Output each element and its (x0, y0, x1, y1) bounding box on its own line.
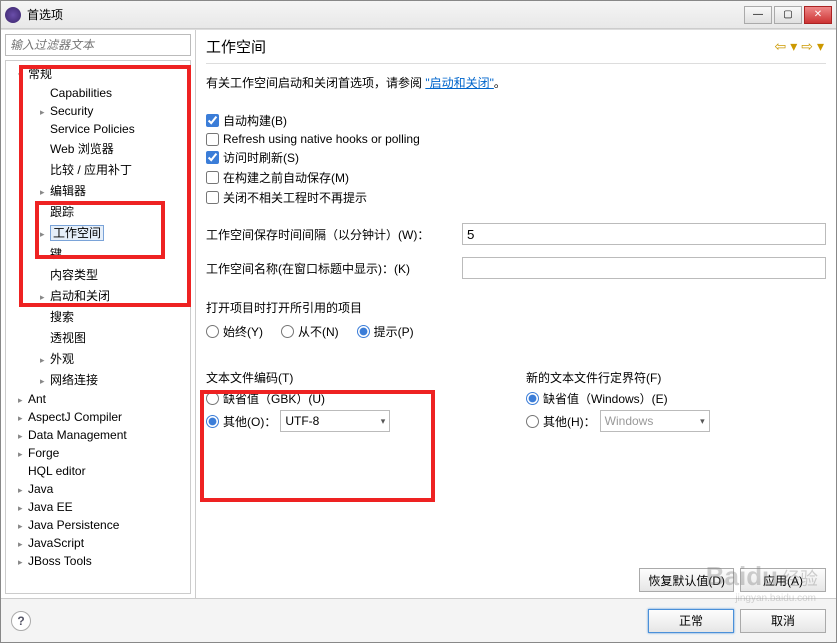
titlebar: 首选项 ― ▢ ✕ (1, 1, 836, 29)
tree-item[interactable]: 搜索 (6, 306, 190, 327)
tree-item[interactable]: ▸Java (6, 480, 190, 498)
window-title: 首选项 (27, 6, 744, 23)
tree-item[interactable]: 比较 / 应用补丁 (6, 159, 190, 180)
filter-input[interactable] (5, 34, 191, 56)
tree-item[interactable]: 键 (6, 243, 190, 264)
tree-item[interactable]: ▾常规 (6, 63, 190, 84)
page-title: 工作空间 (206, 36, 772, 57)
option-checkbox[interactable] (206, 151, 219, 164)
tree-item[interactable]: HQL editor (6, 462, 190, 480)
encoding-other-radio[interactable] (206, 415, 219, 428)
tree-item[interactable]: 跟踪 (6, 201, 190, 222)
dialog-footer: ? 正常 取消 (1, 598, 836, 642)
sidebar: ▾常规Capabilities▸SecurityService Policies… (1, 30, 196, 598)
tree-item[interactable]: 透视图 (6, 327, 190, 348)
delimiter-group: 新的文本文件行定界符(F) 缺省值（Windows）(E) 其他(H)： Win… (526, 355, 826, 435)
description: 有关工作空间启动和关闭首选项，请参阅 "启动和关闭"。 (206, 74, 826, 91)
restore-defaults-button[interactable]: 恢复默认值(D) (639, 568, 734, 592)
tree-item[interactable]: Capabilities (6, 84, 190, 102)
preference-tree[interactable]: ▾常规Capabilities▸SecurityService Policies… (6, 63, 190, 570)
help-icon[interactable]: ? (11, 611, 31, 631)
tree-item[interactable]: ▸JBoss Tools (6, 552, 190, 570)
delim-select[interactable]: Windows (600, 410, 710, 432)
tree-item[interactable]: ▸外观 (6, 348, 190, 369)
encoding-select[interactable]: UTF-8 (280, 410, 390, 432)
open-ref-radio[interactable] (206, 325, 219, 338)
tree-item[interactable]: ▸AspectJ Compiler (6, 408, 190, 426)
save-interval-label: 工作空间保存时间间隔（以分钟计）(W)： (206, 226, 456, 243)
tree-item[interactable]: 内容类型 (6, 264, 190, 285)
tree-item[interactable]: ▸Data Management (6, 426, 190, 444)
nav-arrows[interactable]: ⇦▾⇨▾ (772, 38, 826, 55)
workspace-name-input[interactable] (462, 257, 826, 279)
encoding-group: 文本文件编码(T) 缺省值（GBK）(U) 其他(O)： UTF-8 (206, 355, 506, 435)
app-icon (5, 7, 21, 23)
delim-other-radio[interactable] (526, 415, 539, 428)
workspace-name-label: 工作空间名称(在窗口标题中显示)：(K) (206, 260, 456, 277)
tree-item[interactable]: ▸编辑器 (6, 180, 190, 201)
option-checkbox[interactable] (206, 133, 219, 146)
main-panel: 工作空间 ⇦▾⇨▾ 有关工作空间启动和关闭首选项，请参阅 "启动和关闭"。 自动… (196, 30, 836, 598)
tree-item[interactable]: Web 浏览器 (6, 138, 190, 159)
tree-item[interactable]: ▸Ant (6, 390, 190, 408)
option-checkbox[interactable] (206, 114, 219, 127)
tree-item[interactable]: ▸Java EE (6, 498, 190, 516)
open-ref-radio[interactable] (357, 325, 370, 338)
tree-item[interactable]: ▸网络连接 (6, 369, 190, 390)
encoding-default-radio[interactable] (206, 392, 219, 405)
tree-item[interactable]: ▸JavaScript (6, 534, 190, 552)
minimize-button[interactable]: ― (744, 6, 772, 24)
delim-default-radio[interactable] (526, 392, 539, 405)
tree-item[interactable]: ▸Java Persistence (6, 516, 190, 534)
open-ref-radio[interactable] (281, 325, 294, 338)
option-checkbox[interactable] (206, 191, 219, 204)
startup-shutdown-link[interactable]: "启动和关闭" (425, 76, 494, 90)
maximize-button[interactable]: ▢ (774, 6, 802, 24)
apply-button[interactable]: 应用(A) (740, 568, 826, 592)
save-interval-input[interactable] (462, 223, 826, 245)
tree-item[interactable]: ▸Forge (6, 444, 190, 462)
tree-item[interactable]: ▸工作空间 (6, 222, 190, 243)
tree-item[interactable]: ▸Security (6, 102, 190, 120)
close-button[interactable]: ✕ (804, 6, 832, 24)
option-checkbox[interactable] (206, 171, 219, 184)
tree-item[interactable]: ▸启动和关闭 (6, 285, 190, 306)
ok-button[interactable]: 正常 (648, 609, 734, 633)
open-ref-title: 打开项目时打开所引用的项目 (206, 299, 826, 316)
cancel-button[interactable]: 取消 (740, 609, 826, 633)
tree-item[interactable]: Service Policies (6, 120, 190, 138)
